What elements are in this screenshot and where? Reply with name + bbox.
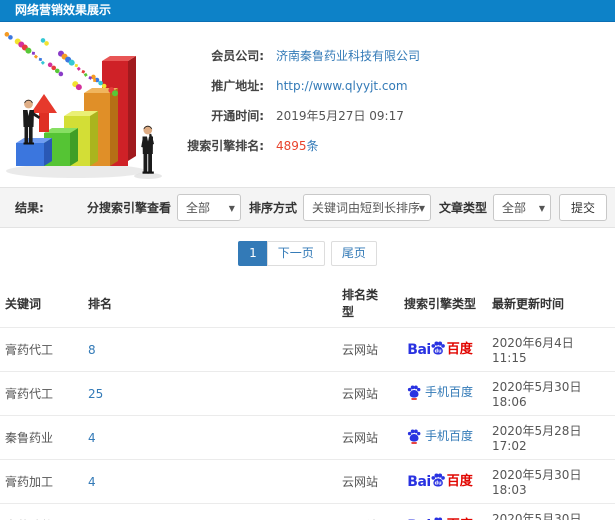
table-row: 膏药加工 4 云网站 Bai du 百度 2020年5月30日 18:03 <box>0 459 615 504</box>
update-time-cell: 2020年5月30日 18:06 <box>487 371 615 416</box>
up-arrow <box>31 94 57 132</box>
baidu-logo[interactable]: Bai du 百度 <box>407 341 473 358</box>
update-time-cell: 2020年6月4日 11:15 <box>487 327 615 372</box>
svg-text:du: du <box>434 480 442 486</box>
table-row: 秦鲁药业 4 云网站 手机百度 2020年5月28日 17:02 <box>0 415 615 460</box>
table-row: 膏药贴牌 1 云网站 Bai du 百度 2020年5月30日 17:58 <box>0 503 615 520</box>
member-company-row: 会员公司: 济南秦鲁药业科技有限公司 <box>172 47 615 64</box>
promo-url-row: 推广地址: http://www.qlyyjt.com <box>172 77 615 94</box>
open-time-row: 开通时间: 2019年5月27日 09:17 <box>172 107 615 124</box>
engine-cell: 手机百度 <box>393 415 487 460</box>
column-header: 最新更新时间 <box>492 296 565 311</box>
keyword-cell: 膏药加工 <box>0 459 83 504</box>
table-row: 膏药代工 8 云网站 Bai du 百度 2020年6月4日 11:15 <box>0 327 615 372</box>
businessman-right <box>141 125 154 174</box>
table-header-row: 关键词 排名 排名类型 搜索引擎类型 最新更新时间 <box>0 278 615 328</box>
bar-blue <box>16 138 52 166</box>
page-1-button[interactable]: 1 <box>238 241 268 266</box>
submit-button[interactable]: 提交 <box>558 194 607 221</box>
sort-select[interactable]: 关键词由短到长排序 ▼ <box>302 194 431 221</box>
chevron-down-icon: ▼ <box>418 204 425 213</box>
baidu-logo[interactable]: Bai du 百度 <box>407 473 473 490</box>
rank-link[interactable]: 8 <box>88 343 96 357</box>
column-header: 搜索引擎类型 <box>403 296 476 311</box>
summary-section: 会员公司: 济南秦鲁药业科技有限公司 推广地址: http://www.qlyy… <box>0 22 615 187</box>
promo-url-label: 推广地址: <box>211 79 264 93</box>
engine-cell: Bai du 百度 <box>393 503 487 520</box>
keyword-cell: 膏药代工 <box>0 327 83 372</box>
engine-cell: 手机百度 <box>393 371 487 416</box>
rank-cell: 8 <box>83 327 337 372</box>
filter-bar: 结果: 分搜索引擎查看 全部 ▼ 排序方式 关键词由短到长排序 ▼ 文章类型 全… <box>0 187 615 228</box>
column-header: 排名 <box>88 296 113 311</box>
column-header: 关键词 <box>5 296 42 311</box>
mobile-baidu-badge[interactable]: 手机百度 <box>407 429 473 444</box>
results-table-body: 膏药代工 8 云网站 Bai du 百度 2020年6月4日 11:15 膏药代… <box>0 327 615 520</box>
member-company-label: 会员公司: <box>211 49 264 63</box>
article-type-select[interactable]: 全部 ▼ <box>492 194 551 221</box>
ranking-count-value: 4895条 <box>276 137 319 154</box>
rank-link[interactable]: 4 <box>88 475 96 489</box>
baidu-paw-icon: du <box>431 473 445 487</box>
ranking-count-row: 搜索引擎排名: 4895条 <box>172 137 615 154</box>
engine-filter-select[interactable]: 全部 ▼ <box>176 194 241 221</box>
engine-filter-value: 全部 <box>185 201 210 215</box>
rank-cell: 25 <box>83 371 337 416</box>
confetti-dots <box>4 32 118 97</box>
ranking-count-label: 搜索引擎排名: <box>187 139 264 153</box>
pagination: 1 下一页 尾页 <box>0 228 615 278</box>
keyword-cell: 膏药代工 <box>0 371 83 416</box>
mobile-baidu-paw-icon <box>407 385 421 400</box>
chart-shadow <box>6 164 146 178</box>
sort-value: 关键词由短到长排序 <box>311 201 420 215</box>
results-table: 关键词 排名 排名类型 搜索引擎类型 最新更新时间 膏药代工 8 云网站 Bai du … <box>0 278 615 520</box>
rank-link[interactable]: 4 <box>88 431 96 445</box>
column-header: 排名类型 <box>342 288 379 319</box>
article-type-value: 全部 <box>501 201 526 215</box>
next-page-button[interactable]: 下一页 <box>266 241 325 266</box>
page-title: 网络营销效果展示 <box>15 3 112 17</box>
update-time-cell: 2020年5月28日 17:02 <box>487 415 615 460</box>
article-type-label: 文章类型 <box>438 201 487 215</box>
rank-cell: 4 <box>83 459 337 504</box>
rank-type-cell: 云网站 <box>337 371 393 416</box>
ranking-count-unit[interactable]: 条 <box>307 139 319 153</box>
engine-cell: Bai du 百度 <box>393 459 487 504</box>
ranking-count-number: 4895 <box>276 139 307 153</box>
title-bar: 网络营销效果展示 <box>0 0 615 22</box>
rank-type-cell: 云网站 <box>337 327 393 372</box>
account-info: 会员公司: 济南秦鲁药业科技有限公司 推广地址: http://www.qlyy… <box>172 34 615 154</box>
mobile-baidu-badge[interactable]: 手机百度 <box>407 385 473 400</box>
rank-type-cell: 云网站 <box>337 415 393 460</box>
keyword-cell: 秦鲁药业 <box>0 415 83 460</box>
member-company-link[interactable]: 济南秦鲁药业科技有限公司 <box>276 47 420 64</box>
baidu-paw-icon: du <box>431 341 445 355</box>
rank-type-cell: 云网站 <box>337 459 393 504</box>
open-time-value: 2019年5月27日 09:17 <box>276 109 404 123</box>
sort-label: 排序方式 <box>248 201 297 215</box>
growth-chart-illustration <box>4 32 162 179</box>
update-time-cell: 2020年5月30日 18:03 <box>487 459 615 504</box>
mobile-baidu-paw-icon <box>407 429 421 444</box>
last-page-button[interactable]: 尾页 <box>330 241 377 266</box>
rank-link[interactable]: 25 <box>88 387 103 401</box>
open-time-label: 开通时间: <box>211 109 264 123</box>
chevron-down-icon: ▼ <box>538 204 545 213</box>
chevron-down-icon: ▼ <box>228 204 235 213</box>
svg-text:du: du <box>434 348 442 354</box>
result-label: 结果: <box>15 201 44 215</box>
engine-filter-label: 分搜索引擎查看 <box>86 201 171 215</box>
keyword-cell: 膏药贴牌 <box>0 503 83 520</box>
rank-cell: 4 <box>83 415 337 460</box>
update-time-cell: 2020年5月30日 17:58 <box>487 503 615 520</box>
engine-cell: Bai du 百度 <box>393 327 487 372</box>
rank-type-cell: 云网站 <box>337 503 393 520</box>
rank-cell: 1 <box>83 503 337 520</box>
promo-url-link[interactable]: http://www.qlyyjt.com <box>276 79 408 93</box>
table-row: 膏药代工 25 云网站 手机百度 2020年5月30日 18:06 <box>0 371 615 416</box>
